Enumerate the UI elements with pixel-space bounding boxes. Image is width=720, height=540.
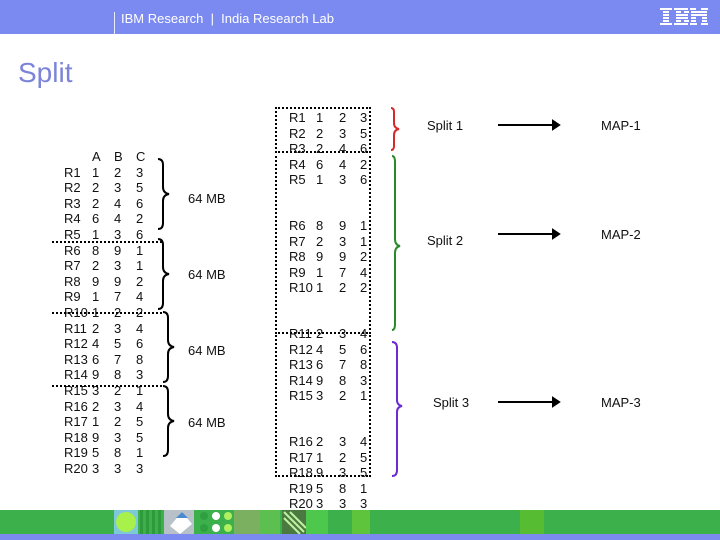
brace-split-1 bbox=[390, 107, 400, 151]
brace-block-2 bbox=[157, 238, 170, 310]
brace-split-3 bbox=[391, 341, 403, 477]
arrow-icon bbox=[498, 119, 561, 131]
brace-block-4 bbox=[162, 385, 175, 457]
footer-strip bbox=[0, 510, 720, 534]
arrow-icon bbox=[498, 228, 561, 240]
brace-block-1 bbox=[157, 158, 170, 230]
arrow-icon bbox=[498, 396, 561, 408]
brace-split-2 bbox=[391, 155, 401, 331]
diagram-overlay bbox=[157, 107, 561, 477]
brace-block-3 bbox=[162, 311, 175, 383]
footer-bar bbox=[0, 534, 720, 540]
